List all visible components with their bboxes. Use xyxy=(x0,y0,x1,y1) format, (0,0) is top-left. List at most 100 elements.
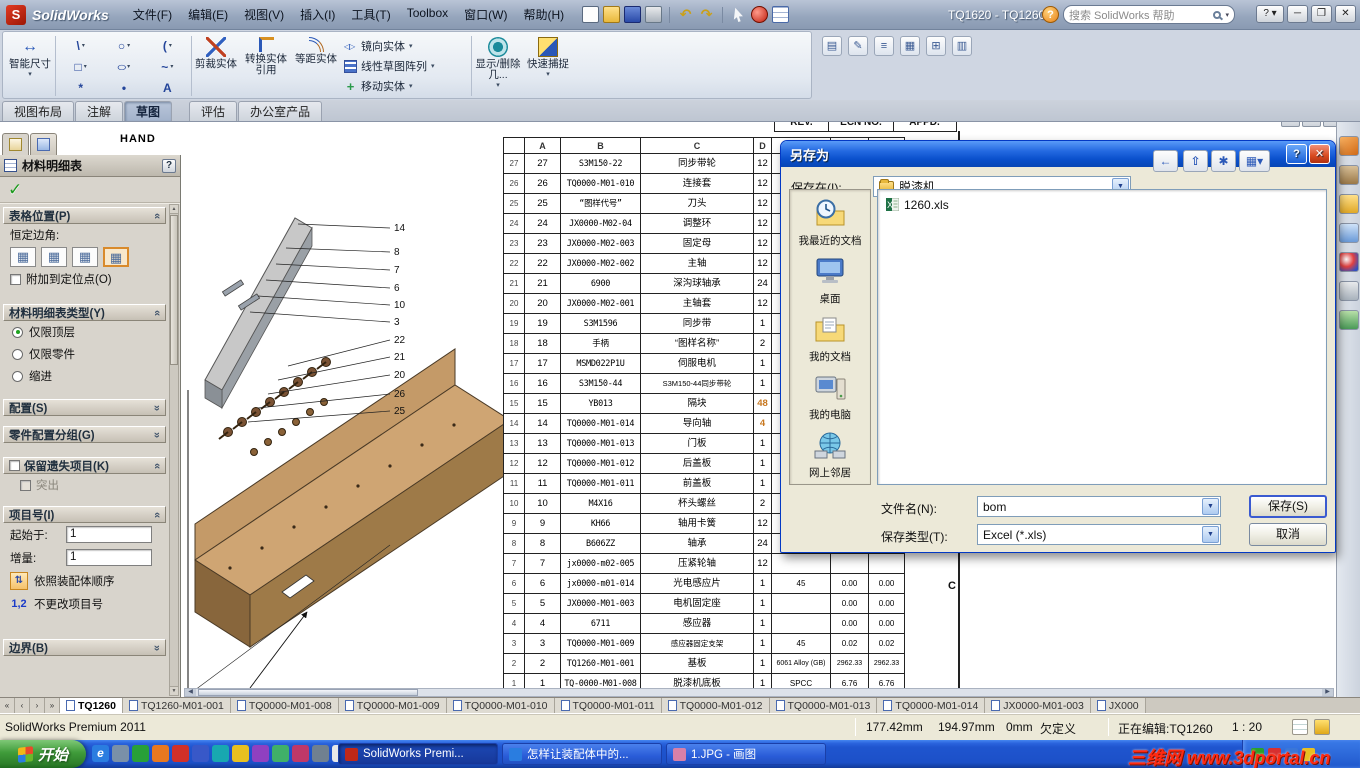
place-我最近的文档[interactable]: 我最近的文档 xyxy=(793,198,867,250)
start-at-input[interactable]: 1 xyxy=(66,526,152,543)
document-recovery-icon[interactable] xyxy=(1338,310,1359,330)
maximize-button[interactable]: ❐ xyxy=(1311,5,1332,23)
circle-tool[interactable]: ○ ▾ xyxy=(102,35,145,56)
sheet-tab-JX000[interactable]: JX000 xyxy=(1090,698,1146,713)
tab-注解[interactable]: 注解 xyxy=(75,101,124,121)
menu-item-Toolbox[interactable]: Toolbox xyxy=(399,3,456,26)
filename-input[interactable]: bom ▼ xyxy=(977,496,1221,517)
file-list[interactable]: X 1260.xls xyxy=(877,189,1327,485)
menu-item-工具(T)[interactable]: 工具(T) xyxy=(343,3,398,26)
ribbon-button-剪裁实体[interactable]: 剪裁实体 xyxy=(193,34,239,97)
last-sheet-icon[interactable]: » xyxy=(45,698,60,713)
sheet-tab-TQ0000-M01-012[interactable]: TQ0000-M01-012 xyxy=(661,698,770,713)
ribbon-button-等距实体[interactable]: 等距实体 xyxy=(293,34,339,97)
search-icon[interactable] xyxy=(1213,10,1222,19)
layer-icon[interactable]: ✎ xyxy=(848,36,868,56)
quick-launch-icon-4[interactable] xyxy=(152,745,169,762)
quick-launch-icon-7[interactable] xyxy=(212,745,229,762)
quick-launch-icon-8[interactable] xyxy=(232,745,249,762)
panel-help-button[interactable]: ? xyxy=(162,158,176,173)
tab-评估[interactable]: 评估 xyxy=(189,101,238,121)
strikeout-checkbox[interactable] xyxy=(20,479,31,491)
polygon-tool[interactable]: * xyxy=(59,78,102,99)
table-icon[interactable]: ⊞ xyxy=(926,36,946,56)
open-icon[interactable] xyxy=(603,6,621,23)
next-sheet-icon[interactable]: › xyxy=(30,698,45,713)
scroll-thumb[interactable] xyxy=(198,689,418,696)
menu-item-插入(I)[interactable]: 插入(I) xyxy=(292,3,343,26)
design-library-icon[interactable] xyxy=(1338,165,1359,185)
file-1260.xls[interactable]: X 1260.xls xyxy=(885,196,1318,213)
sheet-tab-TQ0000-M01-011[interactable]: TQ0000-M01-011 xyxy=(554,698,662,713)
anchor-bottom-left-button[interactable]: ▦ xyxy=(72,247,98,267)
section-bom-type[interactable]: 材料明细表类型(Y) « xyxy=(3,304,166,321)
combo-arrow-icon[interactable]: ▼ xyxy=(1202,498,1219,515)
section-configurations[interactable]: 配置(S) « xyxy=(3,399,166,416)
back-button[interactable]: ← xyxy=(1153,150,1178,172)
taskbar-task-SolidWorks Premi...[interactable]: SolidWorks Premi... xyxy=(338,743,498,765)
scroll-up-icon[interactable]: ▲ xyxy=(170,205,178,214)
configuration-tab[interactable] xyxy=(30,133,57,155)
options-icon[interactable] xyxy=(772,6,790,23)
minimize-button[interactable]: ─ xyxy=(1287,5,1308,23)
sheet-tab-TQ0000-M01-014[interactable]: TQ0000-M01-014 xyxy=(877,698,986,713)
ribbon-button-镜向实体[interactable]: ◁▷ 镜向实体 ▾ xyxy=(341,36,469,56)
quick-launch-icon-12[interactable] xyxy=(312,745,329,762)
cancel-button[interactable]: 取消 xyxy=(1249,523,1327,546)
undo-icon[interactable]: ↶ xyxy=(677,6,694,23)
anchor-top-right-button[interactable]: ▦ xyxy=(41,247,67,267)
no-change-row[interactable]: 1,2 不更改项目号 xyxy=(2,593,167,615)
dialog-help-button[interactable]: ? xyxy=(1286,144,1307,164)
attach-anchor-row[interactable]: 附加到定位点(O) xyxy=(2,268,167,288)
custom-properties-icon[interactable] xyxy=(1338,281,1359,301)
redo-icon[interactable]: ↷ xyxy=(698,6,715,23)
view-menu-button[interactable]: ▦▾ xyxy=(1239,150,1270,172)
menu-item-编辑(E)[interactable]: 编辑(E) xyxy=(180,3,236,26)
tab-草图[interactable]: 草图 xyxy=(124,101,173,121)
quick-launch-icon-5[interactable] xyxy=(172,745,189,762)
sheet-tab-JX0000-M01-003[interactable]: JX0000-M01-003 xyxy=(985,698,1091,713)
quick-launch-icon-1[interactable]: e xyxy=(92,745,109,762)
smart-dimension-button[interactable]: ↔ 智能尺寸 ▾ xyxy=(7,34,53,97)
follow-assembly-order-icon[interactable]: ⇅ xyxy=(10,572,28,590)
first-sheet-icon[interactable]: « xyxy=(0,698,15,713)
search-caret-icon[interactable]: ▾ xyxy=(1225,11,1229,19)
quick-launch-icon-9[interactable] xyxy=(252,745,269,762)
ribbon-button-移动实体[interactable]: + 移动实体 ▾ xyxy=(341,76,469,96)
sheet-tab-TQ0000-M01-008[interactable]: TQ0000-M01-008 xyxy=(230,698,339,713)
solidworks-resources-icon[interactable] xyxy=(1338,136,1359,156)
ribbon-button-转换实体引用[interactable]: 转换实体引用 xyxy=(243,34,289,97)
quick-launch-icon-11[interactable] xyxy=(292,745,309,762)
sheet-tab-TQ1260[interactable]: TQ1260 xyxy=(60,698,123,713)
attach-anchor-checkbox[interactable] xyxy=(10,273,21,285)
prev-sheet-icon[interactable]: ‹ xyxy=(15,698,30,713)
radio-仅限顶层[interactable]: 仅限顶层 xyxy=(2,321,167,343)
ok-check-icon[interactable]: ✓ xyxy=(8,180,22,200)
place-网上邻居[interactable]: 网上邻居 xyxy=(793,430,867,482)
radio-缩进[interactable]: 缩进 xyxy=(2,365,167,387)
line-tool[interactable]: \ ▾ xyxy=(59,35,102,56)
tab-视图布局[interactable]: 视图布局 xyxy=(2,101,75,121)
sheet-tab-TQ1260-M01-001[interactable]: TQ1260-M01-001 xyxy=(122,698,231,713)
help-button[interactable]: ? ▾ xyxy=(1256,5,1284,23)
filetype-combo[interactable]: Excel (*.xls) ▼ xyxy=(977,524,1221,545)
panel-scrollbar[interactable]: ▲ ▼ xyxy=(169,204,179,696)
align-icon[interactable]: ▥ xyxy=(952,36,972,56)
ribbon-button-显示/删除几...[interactable]: 显示/删除几... ▾ xyxy=(475,34,521,97)
section-table-position[interactable]: 表格位置(P) « xyxy=(3,207,166,224)
line-format-icon[interactable]: ≡ xyxy=(874,36,894,56)
point-tool[interactable]: • xyxy=(102,78,145,99)
print-icon[interactable] xyxy=(645,6,663,23)
taskbar-task-1.JPG - 画图[interactable]: 1.JPG - 画图 xyxy=(666,743,826,765)
ribbon-button-快速捕捉[interactable]: 快速捕捉 ▾ xyxy=(525,34,571,97)
grid-icon[interactable]: ▦ xyxy=(900,36,920,56)
save-icon[interactable] xyxy=(624,6,642,23)
menu-item-帮助(H)[interactable]: 帮助(H) xyxy=(515,3,572,26)
section-border[interactable]: 边界(B) « xyxy=(3,639,166,656)
select-icon[interactable] xyxy=(733,7,743,22)
rebuild-icon[interactable] xyxy=(751,6,769,23)
sheet-status-icon[interactable] xyxy=(1314,719,1330,735)
quick-launch-icon-2[interactable] xyxy=(112,745,129,762)
propertymanager-tab[interactable] xyxy=(2,133,29,155)
strikeout-row[interactable]: 突出 xyxy=(2,474,167,494)
